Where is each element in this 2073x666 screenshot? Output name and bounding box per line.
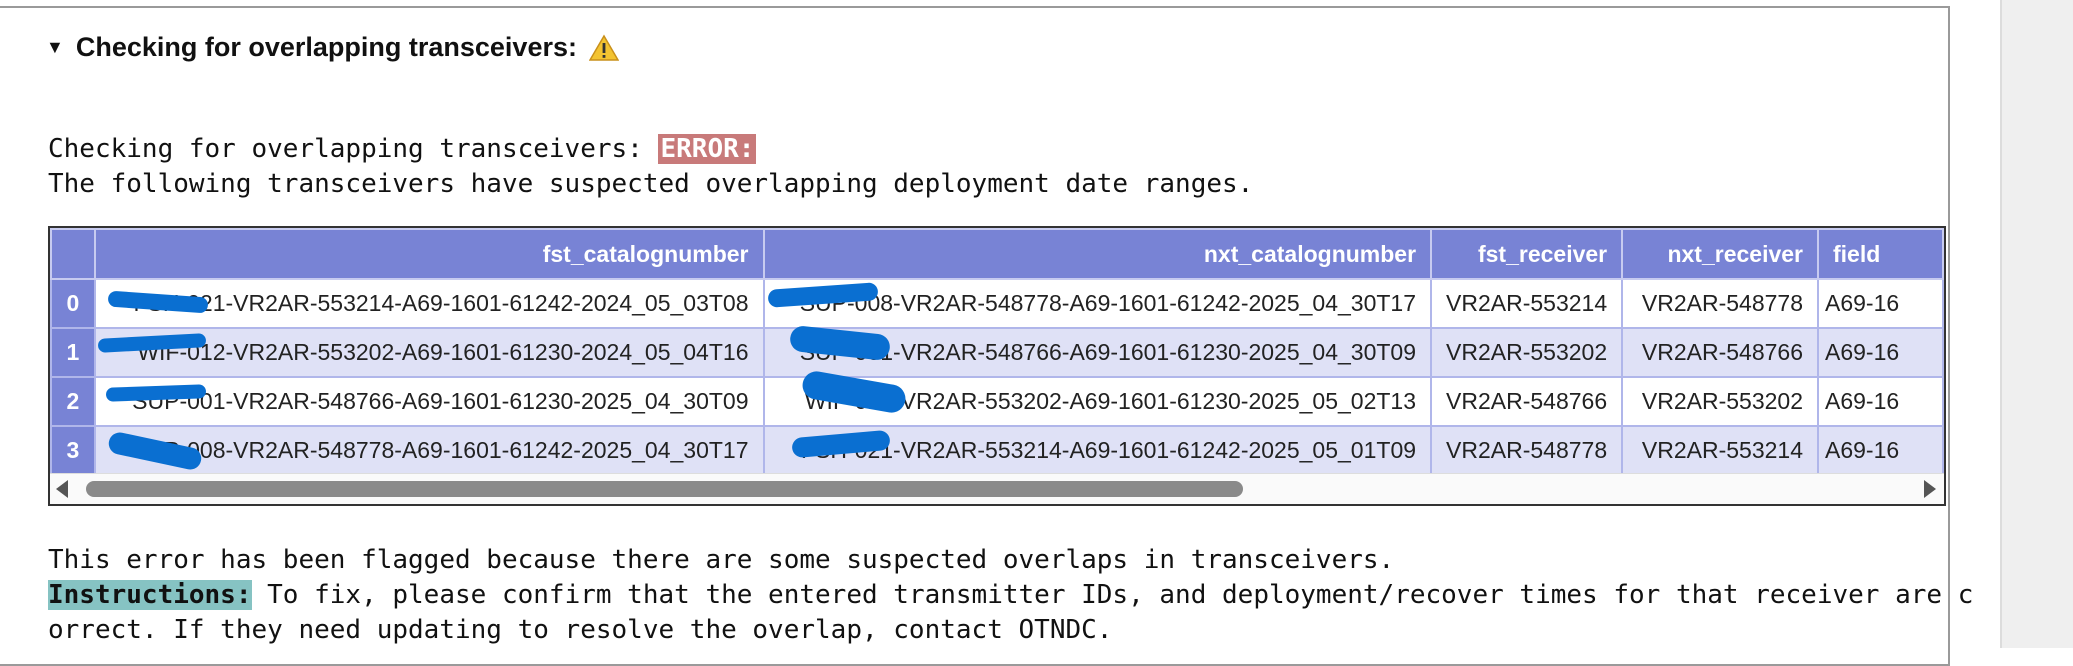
cell-field: A69-16 bbox=[1817, 327, 1944, 378]
cell-fst-receiver: VR2AR-553214 bbox=[1430, 278, 1624, 329]
col-header-field[interactable]: field bbox=[1817, 228, 1944, 280]
scroll-right-arrow-icon[interactable] bbox=[1924, 480, 1936, 498]
scrollbar-thumb[interactable] bbox=[86, 481, 1243, 497]
horizontal-scrollbar[interactable] bbox=[50, 473, 1944, 504]
row-index: 2 bbox=[50, 376, 96, 427]
message-prefix: Checking for overlapping transceivers: bbox=[48, 134, 659, 164]
instructions-text: To fix, please confirm that the entered … bbox=[251, 580, 1974, 610]
table-row: 1 WIF-012-VR2AR-553202-A69-1601-61230-20… bbox=[50, 327, 1944, 378]
row-index: 1 bbox=[50, 327, 96, 378]
col-header-nxt-catalognumber[interactable]: nxt_catalognumber bbox=[762, 228, 1433, 280]
data-table-container: fst_catalognumber nxt_catalognumber fst_… bbox=[48, 226, 1946, 506]
index-header bbox=[50, 228, 96, 280]
cell-field: A69-16 bbox=[1817, 278, 1944, 329]
table-row: 3 SUP-008-VR2AR-548778-A69-1601-61242-20… bbox=[50, 425, 1944, 476]
message-line-2: The following transceivers have suspecte… bbox=[48, 169, 1254, 199]
scroll-left-arrow-icon[interactable] bbox=[56, 480, 68, 498]
table-row: 2 SUP-001-VR2AR-548766-A69-1601-61230-20… bbox=[50, 376, 1944, 427]
cell-fst-receiver: VR2AR-553202 bbox=[1430, 327, 1624, 378]
instructions-badge: Instructions: bbox=[48, 580, 252, 610]
cell-nxt-receiver: VR2AR-553202 bbox=[1621, 376, 1819, 427]
table-row: 0 FSH-021-VR2AR-553214-A69-1601-61242-20… bbox=[50, 278, 1944, 329]
row-index: 3 bbox=[50, 425, 96, 476]
table-header-row: fst_catalognumber nxt_catalognumber fst_… bbox=[50, 228, 1944, 280]
cell-nxt-receiver: VR2AR-548766 bbox=[1621, 327, 1819, 378]
cell-fst-receiver: VR2AR-548778 bbox=[1430, 425, 1624, 476]
cell-nxt-receiver: VR2AR-553214 bbox=[1621, 425, 1819, 476]
footer-line-2: Instructions: To fix, please confirm tha… bbox=[48, 580, 1973, 610]
col-header-fst-receiver[interactable]: fst_receiver bbox=[1430, 228, 1624, 280]
cell-fst-receiver: VR2AR-548766 bbox=[1430, 376, 1624, 427]
caret-down-icon: ▼ bbox=[46, 37, 64, 57]
cell-nxt-receiver: VR2AR-548778 bbox=[1621, 278, 1819, 329]
footer-line-3: orrect. If they need updating to resolve… bbox=[48, 615, 1113, 645]
section-title: Checking for overlapping transceivers: bbox=[75, 32, 577, 62]
col-header-fst-catalognumber[interactable]: fst_catalognumber bbox=[93, 228, 765, 280]
overlap-table: fst_catalognumber nxt_catalognumber fst_… bbox=[50, 228, 1944, 476]
page-scrollbar-gutter[interactable] bbox=[2000, 0, 2073, 648]
message-line-1: Checking for overlapping transceivers: E… bbox=[48, 134, 757, 164]
footer-line-1: This error has been flagged because ther… bbox=[48, 545, 1395, 575]
warning-icon bbox=[588, 34, 619, 61]
cell-field: A69-16 bbox=[1817, 376, 1944, 427]
cell-field: A69-16 bbox=[1817, 425, 1944, 476]
row-index: 0 bbox=[50, 278, 96, 329]
error-badge: ERROR: bbox=[658, 134, 757, 164]
section-toggle[interactable]: ▼ Checking for overlapping transceivers: bbox=[46, 32, 619, 63]
col-header-nxt-receiver[interactable]: nxt_receiver bbox=[1621, 228, 1819, 280]
